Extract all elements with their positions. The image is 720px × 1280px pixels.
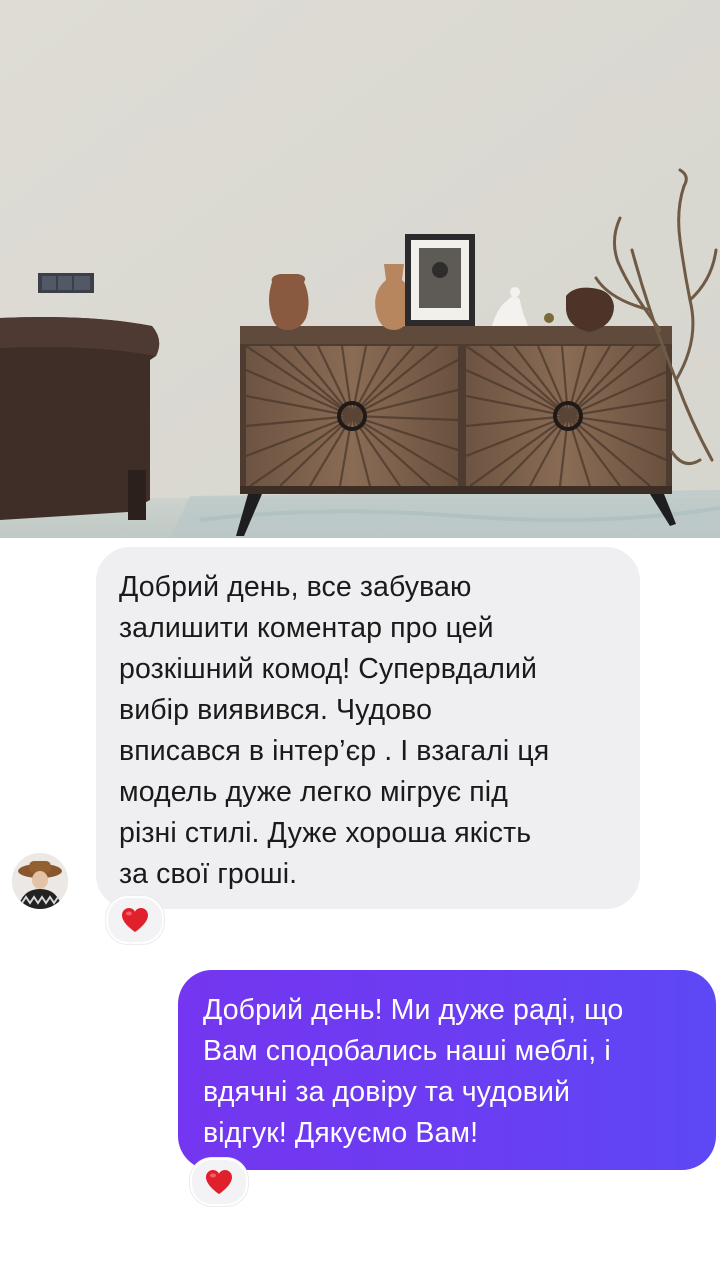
- incoming-reaction[interactable]: [106, 896, 164, 944]
- sender-avatar[interactable]: [12, 853, 68, 909]
- heart-icon: [206, 1170, 232, 1194]
- outgoing-message-bubble[interactable]: Добрий день! Ми дуже раді, що Вам сподоб…: [178, 970, 716, 1170]
- shared-photo[interactable]: [0, 0, 720, 538]
- outgoing-reaction[interactable]: [190, 1158, 248, 1206]
- incoming-message-text: Добрий день, все забуваю залишити комент…: [119, 571, 550, 890]
- outgoing-message-text: Добрий день! Ми дуже раді, що Вам сподоб…: [203, 994, 624, 1149]
- incoming-message-bubble[interactable]: Добрий день, все забуваю залишити комент…: [96, 547, 640, 909]
- heart-icon: [122, 908, 148, 932]
- sideboard-image: [0, 0, 720, 538]
- avatar-image: [12, 853, 68, 909]
